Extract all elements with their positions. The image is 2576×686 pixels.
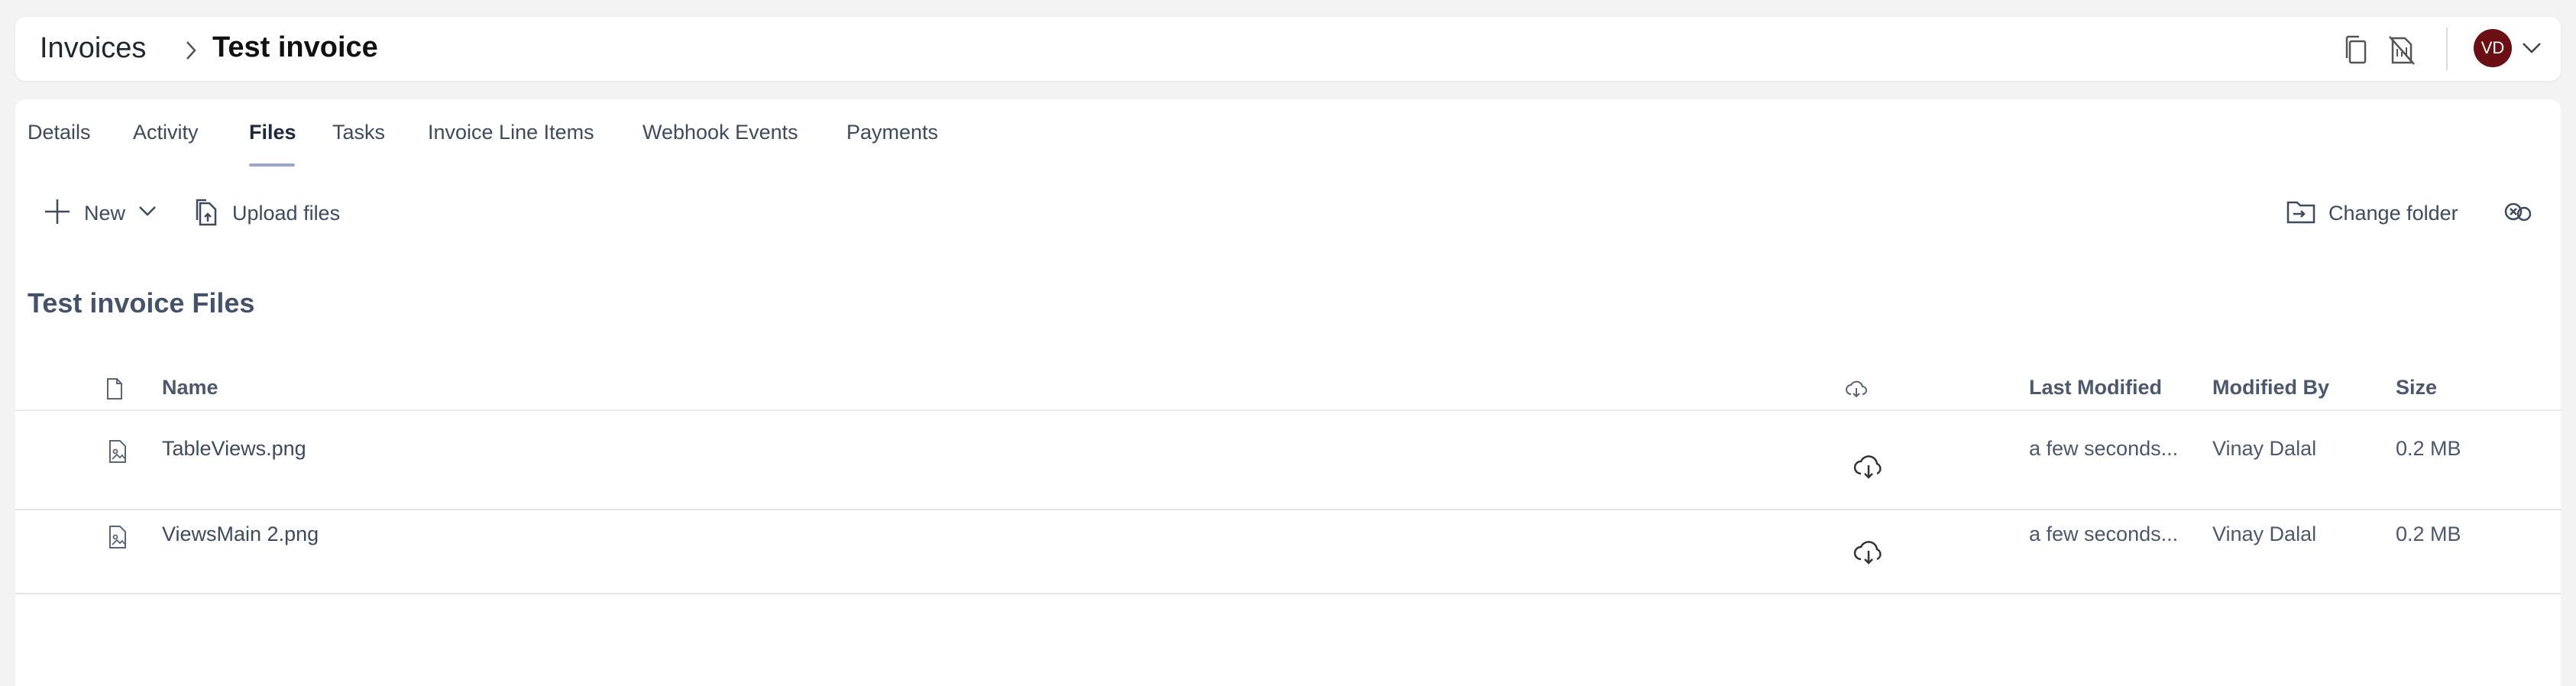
avatar[interactable]: VD (2474, 29, 2512, 67)
last-modified: a few seconds... (2029, 437, 2179, 460)
column-name[interactable]: Name (162, 376, 218, 400)
cloud-download-icon[interactable] (1853, 539, 1884, 565)
tab-invoice-line-items[interactable]: Invoice Line Items (428, 121, 594, 144)
section-title: Test invoice Files (28, 287, 255, 319)
tab-webhook-events[interactable]: Webhook Events (642, 121, 798, 144)
chevron-down-icon[interactable] (2521, 41, 2542, 55)
breadcrumb-current: Test invoice (212, 31, 378, 63)
upload-file-icon[interactable] (193, 197, 220, 228)
table-header: Name Last Modified Modified By Size (15, 365, 2561, 411)
file-size: 0.2 MB (2396, 523, 2461, 545)
tab-tasks[interactable]: Tasks (332, 121, 385, 144)
modified-by: Vinay Dalal (2212, 523, 2317, 545)
column-last-modified[interactable]: Last Modified (2029, 376, 2162, 400)
page-header: Invoices Test invoice VD (15, 17, 2561, 81)
tab-payments[interactable]: Payments (846, 121, 938, 144)
file-name[interactable]: ViewsMain 2.png (162, 523, 319, 546)
upload-files-button[interactable]: Upload files (232, 202, 340, 225)
image-file-icon (107, 524, 128, 550)
tab-files[interactable]: Files (249, 121, 296, 144)
tab-activity[interactable]: Activity (133, 121, 199, 144)
table-row[interactable]: ViewsMain 2.png a few seconds... Vinay D… (15, 510, 2561, 594)
plus-icon[interactable] (43, 197, 72, 226)
column-size[interactable]: Size (2396, 376, 2437, 400)
table-row[interactable]: TableViews.png a few seconds... Vinay Da… (15, 425, 2561, 510)
breadcrumb-chevron-icon (182, 40, 200, 61)
header-divider (2446, 28, 2448, 70)
new-button[interactable]: New (84, 202, 125, 225)
folder-move-icon[interactable] (2286, 199, 2316, 225)
cloud-download-icon (1846, 380, 1867, 399)
chevron-down-icon[interactable] (138, 205, 157, 218)
cloud-download-icon[interactable] (1853, 454, 1884, 480)
tab-details[interactable]: Details (28, 121, 91, 144)
image-file-icon (107, 438, 128, 464)
main-panel: Details Activity Files Tasks Invoice Lin… (15, 99, 2561, 686)
tab-bar: Details Activity Files Tasks Invoice Lin… (15, 99, 2561, 168)
change-folder-button[interactable]: Change folder (2328, 202, 2458, 225)
file-slash-icon[interactable] (2387, 34, 2417, 66)
file-name[interactable]: TableViews.png (162, 437, 306, 461)
file-icon (105, 377, 124, 400)
file-size: 0.2 MB (2396, 437, 2461, 460)
copy-icon[interactable] (2341, 34, 2371, 66)
active-tab-indicator (249, 163, 295, 167)
modified-by: Vinay Dalal (2212, 437, 2317, 460)
breadcrumb-root[interactable]: Invoices (40, 32, 146, 65)
last-modified: a few seconds... (2029, 523, 2179, 545)
sync-settings-icon[interactable] (2503, 199, 2533, 226)
column-modified-by[interactable]: Modified By (2212, 376, 2329, 400)
